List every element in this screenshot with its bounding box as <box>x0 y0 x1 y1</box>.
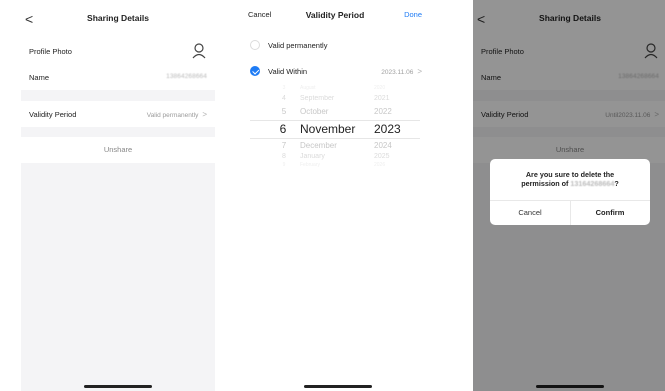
picker-month: October <box>300 107 329 116</box>
option-valid-permanently[interactable]: Valid permanently <box>238 35 432 57</box>
picker-row[interactable]: 9 February 2026 <box>238 162 432 174</box>
picker-month: February <box>300 162 321 168</box>
picker-divider <box>250 120 420 121</box>
chevron-right-icon: > <box>417 67 422 76</box>
home-indicator <box>304 385 372 388</box>
option-valid-within[interactable]: Valid Within 2023.11.06 > <box>238 61 432 83</box>
picker-year: 2024 <box>374 141 392 150</box>
picker-month: January <box>300 153 325 160</box>
picker-year: 2023 <box>374 122 401 136</box>
validity-period-value: Valid permanently > <box>146 110 207 119</box>
picker-month: August <box>300 85 316 91</box>
validity-period-label: Validity Period <box>29 110 77 119</box>
page-title: Sharing Details <box>87 13 149 23</box>
done-button[interactable]: Done <box>404 10 422 19</box>
radio-unchecked-icon[interactable] <box>250 40 260 50</box>
dialog-cancel-button[interactable]: Cancel <box>490 200 570 225</box>
picker-year: 2026 <box>374 162 386 168</box>
confirm-unshare-screen: < Sharing Details Profile Photo Name 138… <box>473 0 665 391</box>
user-icon <box>192 43 206 59</box>
picker-day: 6 <box>279 122 287 136</box>
dialog-confirm-button[interactable]: Confirm <box>570 200 650 225</box>
name-value: 13864268664 <box>166 73 207 80</box>
profile-photo-row[interactable]: Profile Photo <box>21 38 215 64</box>
navbar: < Sharing Details <box>21 0 215 38</box>
picker-month: December <box>300 141 337 150</box>
picker-year: 2022 <box>374 107 392 116</box>
dialog-message-line2: permission of 13164268664? <box>521 179 619 188</box>
validity-period-row[interactable]: Validity Period Valid permanently > <box>21 101 215 127</box>
picker-day: 5 <box>281 107 287 116</box>
picker-day: 7 <box>281 141 287 150</box>
picker-divider <box>250 138 420 139</box>
option-label: Valid permanently <box>268 41 328 50</box>
date-picker[interactable]: 3 August 2020 4 September 2021 5 October… <box>238 85 432 169</box>
confirm-dialog: Are you sure to delete the permission of… <box>490 159 650 225</box>
picker-year: 2020 <box>374 85 386 91</box>
sheet-header: Cancel Validity Period Done <box>238 0 432 30</box>
dialog-message-line1: Are you sure to delete the <box>525 170 615 179</box>
validity-period-screen: Cancel Validity Period Done Valid perman… <box>238 0 432 391</box>
radio-checked-icon[interactable] <box>250 66 260 76</box>
option-label: Valid Within <box>268 67 308 76</box>
picker-day: 4 <box>282 95 286 102</box>
picker-row[interactable]: 5 October 2022 <box>238 107 432 119</box>
home-indicator <box>84 385 152 388</box>
picker-month: September <box>300 95 335 102</box>
picker-row-selected[interactable]: 6 November 2023 <box>238 122 432 138</box>
picker-day: 8 <box>282 153 286 160</box>
dialog-phone: 13164268664 <box>570 179 615 188</box>
picker-row[interactable]: 7 December 2024 <box>238 141 432 153</box>
name-label: Name <box>29 73 50 82</box>
option-date-value: 2023.11.06 > <box>381 67 422 76</box>
picker-year: 2025 <box>374 153 390 160</box>
sheet-title: Validity Period <box>305 10 365 20</box>
dialog-message: Are you sure to delete the permission of… <box>496 170 644 188</box>
picker-row[interactable]: 4 September 2021 <box>238 95 432 107</box>
unshare-button[interactable]: Unshare <box>21 137 215 163</box>
name-row: Name 13864268664 <box>21 64 215 90</box>
picker-year: 2021 <box>374 95 390 102</box>
picker-day: 3 <box>282 85 286 91</box>
picker-month: November <box>300 122 356 136</box>
sharing-details-screen: < Sharing Details Profile Photo Name 138… <box>21 0 215 391</box>
picker-day: 9 <box>282 162 286 168</box>
chevron-right-icon: > <box>202 110 207 119</box>
profile-photo-label: Profile Photo <box>29 47 72 56</box>
